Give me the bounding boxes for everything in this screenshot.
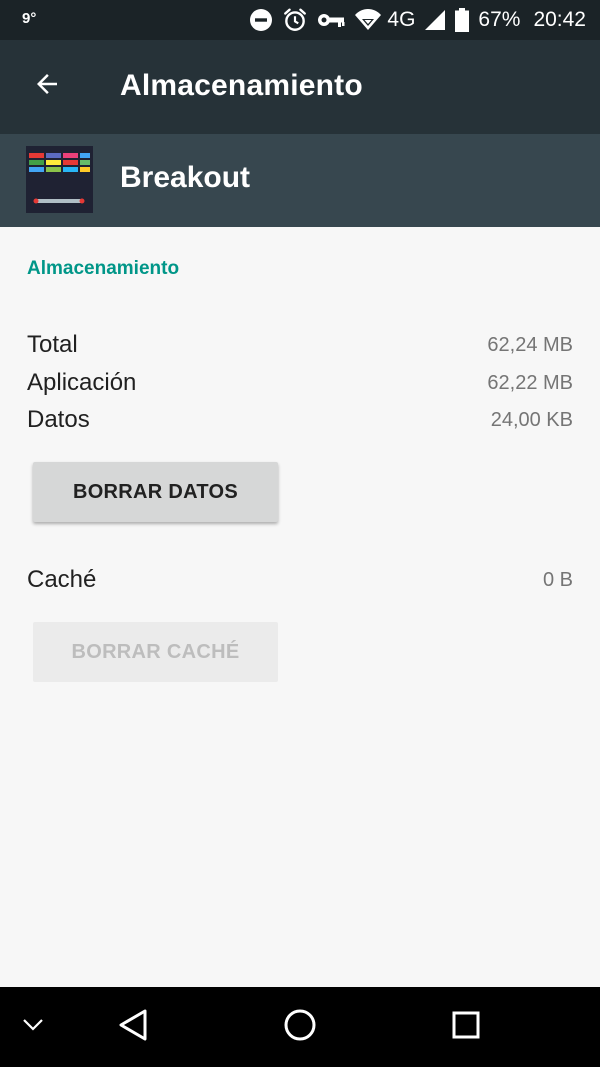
clear-data-button[interactable]: BORRAR DATOS [33, 462, 278, 522]
chevron-down-icon [22, 1018, 44, 1037]
storage-row-label: Aplicación [27, 369, 137, 396]
cache-value: 0 B [542, 569, 573, 591]
do-not-disturb-icon [249, 8, 273, 32]
app-name: Breakout [120, 161, 251, 194]
storage-row-value: 62,22 MB [487, 372, 573, 394]
wifi-icon [354, 8, 382, 32]
nav-back-button[interactable] [111, 1005, 155, 1049]
navigation-bar [0, 987, 600, 1067]
alarm-icon [282, 7, 308, 33]
home-icon [283, 1008, 317, 1047]
storage-section-title: Almacenamiento [27, 258, 180, 279]
storage-row-data: Datos 24,00 KB [27, 406, 573, 440]
arrow-back-icon [32, 69, 62, 104]
toolbar: Almacenamiento [0, 40, 600, 134]
cache-label: Caché [27, 566, 97, 593]
storage-row-label: Datos [27, 406, 90, 433]
battery-percent-text: 67% [478, 8, 521, 31]
clock-text: 20:42 [533, 8, 586, 31]
network-text: 4G [387, 8, 416, 31]
hide-keyboard-button[interactable] [11, 1005, 55, 1049]
storage-row-label: Total [27, 331, 78, 358]
app-header: Breakout [0, 134, 600, 227]
storage-row-total: Total 62,24 MB [27, 331, 573, 365]
page-title: Almacenamiento [120, 69, 363, 102]
temperature-text: 9° [22, 10, 37, 27]
breakout-app-icon [26, 146, 93, 213]
nav-home-button[interactable] [278, 1005, 322, 1049]
storage-row-app: Aplicación 62,22 MB [27, 369, 573, 403]
back-icon [117, 1008, 149, 1047]
battery-icon [455, 8, 470, 32]
recents-icon [451, 1010, 481, 1045]
cache-row: Caché 0 B [27, 566, 573, 600]
clear-cache-button[interactable]: BORRAR CACHÉ [33, 622, 278, 682]
storage-row-value: 24,00 KB [490, 409, 573, 431]
back-button[interactable] [26, 65, 68, 107]
nav-recents-button[interactable] [444, 1005, 488, 1049]
signal-icon [424, 9, 446, 31]
storage-row-value: 62,24 MB [487, 334, 573, 356]
status-icons: 4G 67% 20:42 [249, 6, 586, 34]
vpn-key-icon [317, 11, 345, 29]
status-bar: 9° 4G 67% 20:42 [0, 0, 600, 40]
